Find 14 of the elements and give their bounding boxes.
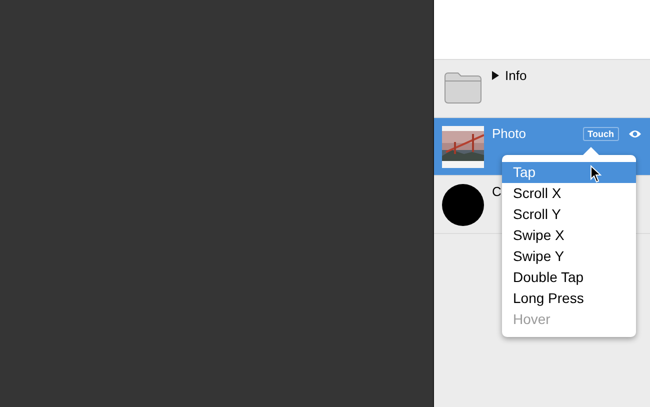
menu-item[interactable]: Scroll X	[502, 183, 636, 204]
circle-thumbnail	[442, 184, 484, 226]
mouse-cursor-icon	[590, 165, 602, 183]
menu-item[interactable]: Double Tap	[502, 267, 636, 288]
layer-name: Photo	[492, 126, 526, 142]
menu-item[interactable]: Scroll Y	[502, 204, 636, 225]
layer-name: Info	[505, 68, 527, 84]
layer-name: C	[492, 184, 502, 200]
folder-icon	[444, 72, 482, 104]
menu-item[interactable]: Swipe X	[502, 225, 636, 246]
disclosure-triangle-icon[interactable]	[492, 71, 500, 80]
eye-icon[interactable]	[628, 129, 642, 139]
menu-item[interactable]: Long Press	[502, 288, 636, 309]
menu-item[interactable]: Swipe Y	[502, 246, 636, 267]
